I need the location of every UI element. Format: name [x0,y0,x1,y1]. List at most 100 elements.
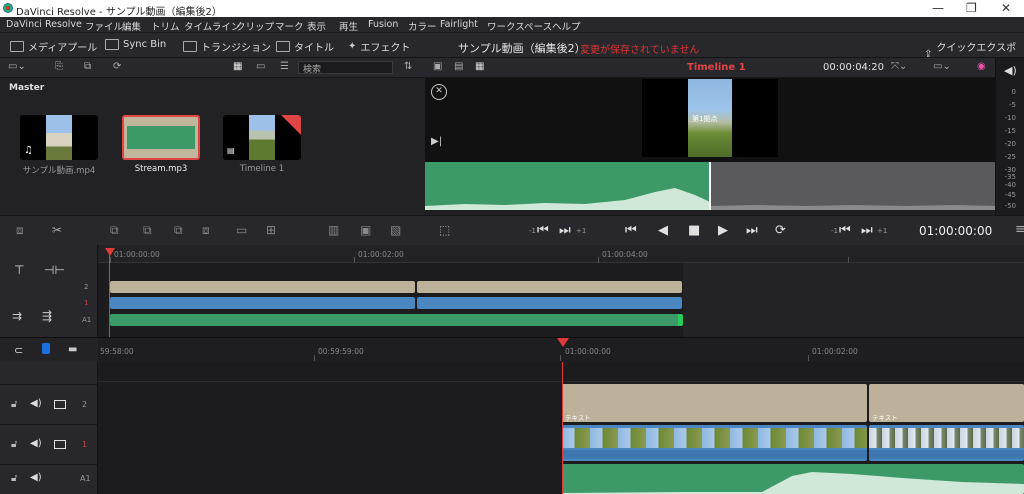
clip-thumbnail-selected[interactable] [122,115,200,160]
timeline-viewer-icon[interactable]: ▦ [475,61,484,72]
upper-timeline[interactable]: 01:00:00:00 01:00:02:00 01:00:04:00 [98,245,1024,337]
safe-area-icon[interactable]: ▭⌄ [933,61,951,72]
menu-trim[interactable]: トリム [151,19,180,33]
lock-icon[interactable]: 🔓︎ [11,473,17,484]
menu-file[interactable]: ファイル [85,19,123,33]
loop-icon[interactable]: ⟳ [775,223,786,238]
audio-clip[interactable] [110,314,683,326]
menu-davinci[interactable]: DaVinci Resolve [6,19,82,30]
lower-playhead-marker[interactable] [557,338,569,347]
video-clip[interactable] [417,297,682,309]
audio-toggle-icon[interactable]: ◀) [30,398,42,409]
maximize-button[interactable]: ❐ [966,1,977,15]
menu-fairlight[interactable]: Fairlight [440,19,478,30]
menu-view[interactable]: 表示 [307,19,326,33]
prev-edit-icon[interactable]: ⏮ [537,223,549,238]
lock-icon[interactable]: 🔓︎ [11,399,17,410]
video-clip[interactable] [110,297,415,309]
overwrite-icon[interactable]: ⧉ [143,223,152,238]
clip-thumbnail[interactable]: ♫ [20,115,98,160]
video-clip[interactable] [562,425,867,461]
audio-toggle-icon[interactable]: ◀) [30,472,42,483]
film-icon[interactable]: ▤ [454,61,463,72]
menu-edit[interactable]: 編集 [122,19,141,33]
audio-waveform[interactable] [425,162,995,210]
reverse-icon[interactable]: ◀ [658,223,668,238]
titles-button[interactable]: タイトル [276,39,334,54]
list-view-icon[interactable]: ☰ [280,61,289,72]
lower-playhead[interactable] [562,362,563,494]
marker-icon[interactable]: ▬ [68,344,77,355]
trim-end-icon[interactable]: ⇶ [42,309,52,323]
transitions-button[interactable]: トランジション [183,39,271,54]
menu-mark[interactable]: マーク [275,19,304,33]
title-clip[interactable] [110,281,415,293]
append-icon[interactable]: ▥ [328,223,339,237]
flag-icon[interactable] [42,343,50,354]
close-overlay-icon[interactable]: ✕ [431,84,447,100]
play-icon[interactable]: ▶ [718,223,728,238]
place-on-top-icon[interactable]: ▭ [236,223,247,237]
playhead-marker[interactable] [105,248,115,256]
refresh-icon[interactable]: ⟳ [113,61,121,72]
menu-workspace[interactable]: ワークスペース [487,19,552,33]
menu-timeline[interactable]: タイムライン [184,19,240,33]
audio-clip[interactable] [562,464,1024,494]
media-pool-button[interactable]: メディアプール [10,39,97,54]
lower-timeline[interactable]: テキスト テキスト [98,362,1024,494]
fit-to-fill-icon[interactable]: ⧈ [202,223,210,238]
last-frame-icon[interactable]: ⏭ [746,223,758,238]
edit-mode-icon[interactable]: ⧈ [16,223,24,238]
blade-icon[interactable]: ✂ [52,223,62,237]
minimize-button[interactable]: — [932,1,944,15]
sync-bin-button[interactable]: Sync Bin [105,39,166,50]
playhead[interactable] [709,162,711,210]
sort-icon[interactable]: ⇅ [404,61,412,72]
stop-icon[interactable]: ■ [688,223,700,238]
first-frame-icon[interactable]: ⏮ [625,223,637,238]
clip-thumbnail[interactable]: ▤ [223,115,301,160]
speaker-icon[interactable]: ◀) [1004,64,1017,77]
blade-tool-icon[interactable]: ⊣⊢ [44,263,65,277]
snap-clip-icon[interactable]: ⊤ [14,263,24,277]
video-clip[interactable] [869,425,1024,461]
next-frame-icon[interactable]: ▶| [431,136,442,147]
options-icon[interactable]: ≡ [1015,222,1024,237]
source-viewer-icon[interactable]: ▣ [433,61,442,72]
lock-icon[interactable]: 🔓︎ [11,439,17,450]
menu-playback[interactable]: 再生 [339,19,358,33]
menu-clip[interactable]: クリップ [236,19,274,33]
prev-frame-icon[interactable]: ⏮ [839,223,851,238]
next-edit-icon[interactable]: ⏭ [559,223,571,238]
title-clip[interactable]: テキスト [562,384,867,422]
menu-color[interactable]: カラー [408,19,437,33]
title-clip[interactable] [417,281,682,293]
ripple-icon[interactable]: ⊞ [266,223,276,237]
next-frame-button-icon[interactable]: ⏭ [861,223,873,238]
snapping-icon[interactable]: ⊂ [14,344,23,357]
upper-playhead[interactable] [109,251,110,337]
upper-ruler[interactable]: 01:00:00:00 01:00:02:00 01:00:04:00 [98,245,1024,263]
title-clip[interactable]: テキスト [869,384,1024,422]
effects-button[interactable]: ✦ エフェクト [348,39,410,54]
close-up-icon[interactable]: ▣ [360,223,371,237]
source-overwrite-icon[interactable]: ▧ [390,223,401,237]
trim-start-icon[interactable]: ⇉ [12,309,22,323]
color-icon[interactable]: ◉ [977,61,986,72]
audio-toggle-icon[interactable]: ◀) [30,438,42,449]
new-bin-icon[interactable]: ⎘ [55,61,63,72]
search-input[interactable]: 検索 [298,61,393,75]
import-icon[interactable]: ⧉ [84,61,91,72]
transform-icon[interactable]: ⤧⌄ [891,61,907,72]
video-toggle-icon[interactable] [54,440,66,449]
replace-icon[interactable]: ⧉ [174,223,183,238]
insert-icon[interactable]: ⧉ [110,223,119,238]
filmstrip-view-icon[interactable]: ▭ [256,61,265,72]
fullscreen-icon[interactable]: ⬚ [439,223,450,237]
close-window-button[interactable]: ✕ [1001,1,1011,15]
thumbnail-view-icon[interactable]: ▦ [233,61,242,72]
menu-help[interactable]: ヘルプ [552,19,581,33]
menu-fusion[interactable]: Fusion [368,19,398,30]
panel-toggle-icon[interactable]: ▭⌄ [8,61,26,72]
video-toggle-icon[interactable] [54,400,66,409]
